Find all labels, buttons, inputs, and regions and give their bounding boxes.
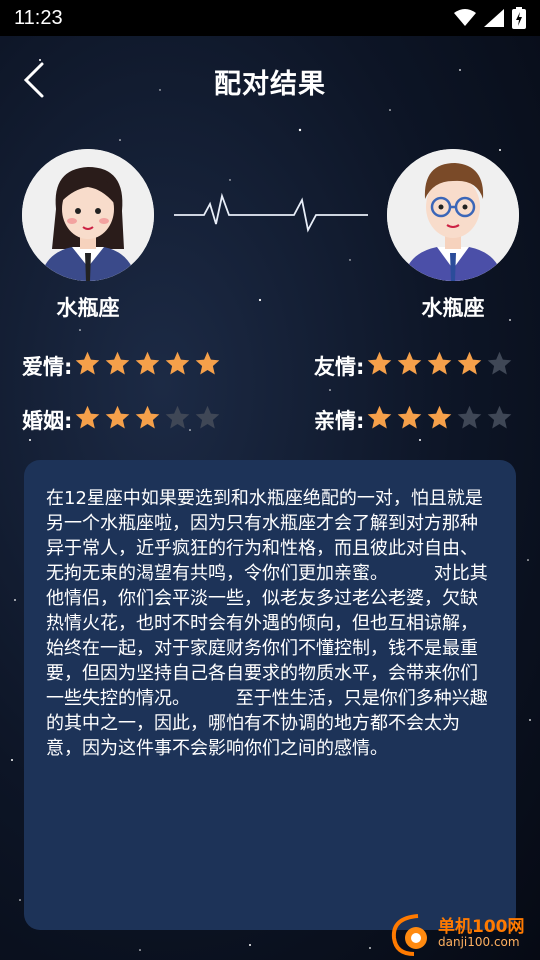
star-row bbox=[74, 350, 224, 381]
star-filled-icon bbox=[76, 405, 100, 429]
right-sign-name: 水瓶座 bbox=[421, 296, 485, 320]
star-filled-icon bbox=[458, 351, 482, 375]
rating-love: 爱情: bbox=[22, 350, 224, 381]
star-empty-icon bbox=[488, 351, 512, 375]
page-title: 配对结果 bbox=[214, 69, 326, 100]
star-filled-icon bbox=[106, 351, 130, 375]
star-filled-icon bbox=[106, 405, 130, 429]
star-filled-icon bbox=[136, 405, 160, 429]
star-row bbox=[366, 404, 516, 435]
star-filled-icon bbox=[368, 351, 392, 375]
status-time: 11:23 bbox=[14, 6, 63, 29]
star-filled-icon bbox=[398, 405, 422, 429]
header: 配对结果 bbox=[0, 48, 540, 114]
site-watermark: 单机100网 danji100.com bbox=[388, 912, 525, 958]
star-empty-icon bbox=[458, 405, 482, 429]
female-avatar bbox=[22, 149, 154, 281]
star-empty-icon bbox=[488, 405, 512, 429]
rating-friendship: 友情: bbox=[314, 350, 516, 381]
signal-icon bbox=[484, 9, 504, 27]
rating-label: 友情: bbox=[314, 354, 365, 379]
star-empty-icon bbox=[196, 405, 220, 429]
star-filled-icon bbox=[368, 405, 392, 429]
male-avatar bbox=[387, 149, 519, 281]
rating-marriage: 婚姻: bbox=[22, 404, 224, 435]
star-row bbox=[366, 350, 516, 381]
rating-label: 爱情: bbox=[22, 354, 73, 379]
status-icons bbox=[454, 7, 526, 29]
watermark-brand: 单机100网 bbox=[438, 917, 525, 937]
star-empty-icon bbox=[166, 405, 190, 429]
star-filled-icon bbox=[136, 351, 160, 375]
battery-charging-icon bbox=[512, 7, 526, 29]
description-text: 在12星座中如果要选到和水瓶座绝配的一对，怕且就是另一个水瓶座啦，因为只有水瓶座… bbox=[46, 488, 488, 759]
rating-label: 亲情: bbox=[314, 408, 365, 433]
wifi-icon bbox=[454, 9, 476, 26]
left-sign-name: 水瓶座 bbox=[56, 296, 120, 320]
description-card: 在12星座中如果要选到和水瓶座绝配的一对，怕且就是另一个水瓶座啦，因为只有水瓶座… bbox=[24, 460, 516, 930]
watermark-url: danji100.com bbox=[438, 935, 520, 949]
star-filled-icon bbox=[428, 351, 452, 375]
rating-family: 亲情: bbox=[314, 404, 516, 435]
star-filled-icon bbox=[196, 351, 220, 375]
status-bar: 11:23 bbox=[0, 0, 540, 36]
star-filled-icon bbox=[398, 351, 422, 375]
star-filled-icon bbox=[428, 405, 452, 429]
star-filled-icon bbox=[76, 351, 100, 375]
heartbeat-line bbox=[174, 192, 368, 233]
star-filled-icon bbox=[166, 351, 190, 375]
star-row bbox=[74, 404, 224, 435]
watermark-logo-icon bbox=[391, 914, 427, 956]
rating-label: 婚姻: bbox=[22, 408, 73, 433]
